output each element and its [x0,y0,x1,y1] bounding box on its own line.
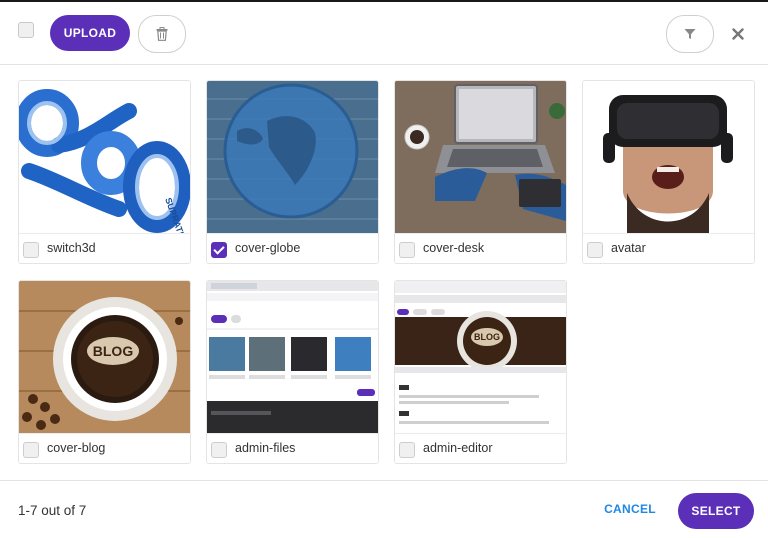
items-count: 1-7 out of 7 [18,503,87,518]
file-checkbox[interactable] [23,442,39,458]
editor-blog-text: BLOG [474,332,500,342]
close-button[interactable] [726,22,750,46]
delete-button[interactable] [138,15,186,53]
thumbnail-cover-globe [207,81,378,233]
select-button[interactable]: SELECT [678,493,754,529]
upload-button[interactable]: UPLOAD [50,15,130,51]
file-card-cover-globe[interactable]: cover-globe [206,80,379,264]
file-name: admin-editor [423,441,493,455]
card-footer: cover-globe [207,233,378,263]
card-footer: admin-editor [395,433,566,463]
file-card-admin-editor[interactable]: BLOG admin-editor [394,280,567,464]
file-card-avatar[interactable]: avatar [582,80,755,264]
thumbnail-cover-blog: BLOG [19,281,190,433]
filter-icon [684,29,696,39]
file-card-cover-desk[interactable]: cover-desk [394,80,567,264]
file-checkbox[interactable] [211,442,227,458]
file-checkbox[interactable] [587,242,603,258]
file-checkbox[interactable] [211,242,227,258]
media-library-header: UPLOAD [0,2,768,65]
file-card-switch3d[interactable]: SUPRATIX switch3d [18,80,191,264]
card-footer: cover-desk [395,233,566,263]
card-footer: switch3d [19,233,190,263]
file-name: admin-files [235,441,296,455]
thumbnail-admin-files [207,281,378,433]
close-icon [732,28,744,40]
file-name: cover-desk [423,241,485,255]
card-footer: cover-blog [19,433,190,463]
thumbnail-cover-desk [395,81,566,233]
file-name: cover-globe [235,241,301,255]
thumbnail-switch3d: SUPRATIX [19,81,190,233]
file-card-admin-files[interactable]: admin-files [206,280,379,464]
media-library-footer: 1-7 out of 7 CANCEL SELECT [0,480,768,538]
trash-icon [156,27,168,41]
select-all-checkbox[interactable] [18,22,34,38]
file-checkbox[interactable] [399,442,415,458]
cancel-button[interactable]: CANCEL [598,493,662,525]
thumbnail-avatar [583,81,754,233]
file-checkbox[interactable] [23,242,39,258]
blog-cup-text: BLOG [93,343,134,359]
card-footer: admin-files [207,433,378,463]
file-name: switch3d [47,241,96,255]
card-footer: avatar [583,233,754,263]
filter-button[interactable] [666,15,714,53]
file-card-cover-blog[interactable]: BLOG cover-blog [18,280,191,464]
file-name: avatar [611,241,646,255]
file-name: cover-blog [47,441,106,455]
file-checkbox[interactable] [399,242,415,258]
thumbnail-admin-editor: BLOG [395,281,566,433]
